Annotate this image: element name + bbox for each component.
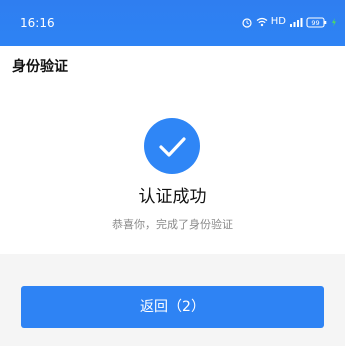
status-icons: HD 4G 99 xyxy=(241,13,337,31)
alarm-icon xyxy=(241,13,253,31)
battery-icon: 99 xyxy=(306,13,328,31)
status-bar: 16:16 HD 4G xyxy=(0,0,345,46)
status-time: 16:16 xyxy=(20,16,55,30)
signal-icon xyxy=(289,13,303,31)
wifi-icon xyxy=(256,13,268,31)
page-title: 身份验证 xyxy=(12,59,68,75)
success-description: 恭喜你，完成了身份验证 xyxy=(112,218,233,231)
result-panel: 认证成功 恭喜你，完成了身份验证 xyxy=(0,90,345,254)
hd-label: HD xyxy=(270,16,286,27)
charging-icon xyxy=(331,13,337,31)
svg-text:99: 99 xyxy=(311,19,319,27)
success-title: 认证成功 xyxy=(138,187,207,207)
check-icon xyxy=(159,137,186,157)
header: 身份验证 xyxy=(0,46,345,90)
return-button[interactable]: 返回（2） xyxy=(21,286,324,328)
success-badge xyxy=(144,118,200,174)
